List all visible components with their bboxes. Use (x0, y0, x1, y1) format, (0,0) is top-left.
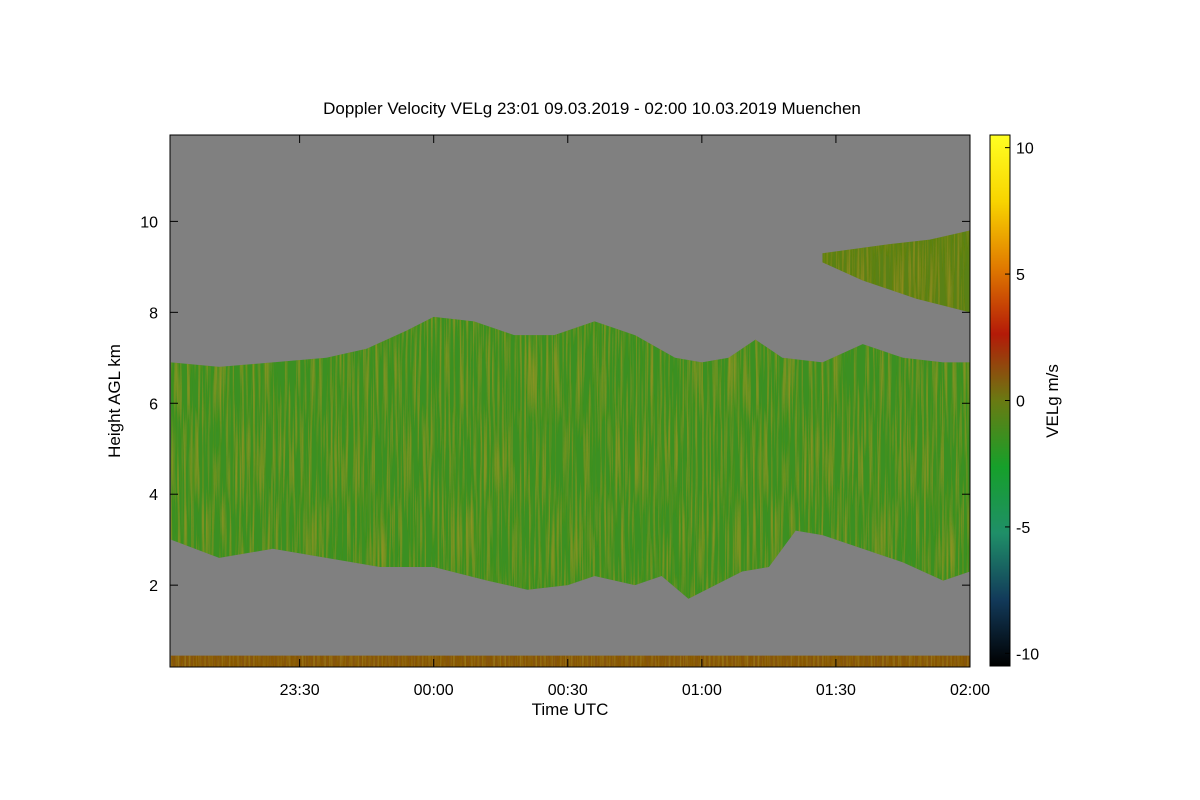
x-tick-label: 02:00 (950, 682, 990, 699)
y-tick-label: 6 (149, 396, 158, 413)
colorbar-tick-label: -5 (1016, 520, 1030, 537)
x-tick-label: 00:00 (414, 682, 454, 699)
y-tick-label: 2 (149, 578, 158, 595)
colorbar-tick-label: 5 (1016, 267, 1025, 284)
y-axis-label: Height AGL km (105, 344, 124, 458)
y-tick-label: 10 (140, 214, 158, 231)
y-tick-label: 8 (149, 305, 158, 322)
x-tick-label: 00:30 (548, 682, 588, 699)
colorbar-tick-label: -10 (1016, 646, 1039, 663)
x-tick-label: 23:30 (280, 682, 320, 699)
y-tick-label: 4 (149, 487, 158, 504)
x-axis-label: Time UTC (532, 700, 609, 719)
colorbar-label: VELg m/s (1043, 364, 1062, 438)
cloud-layer-3 (170, 655, 970, 667)
doppler-velocity-figure: Doppler Velocity VELg 23:01 09.03.2019 -… (105, 99, 1062, 719)
x-tick-label: 01:00 (682, 682, 722, 699)
colorbar-tick-label: 10 (1016, 141, 1034, 158)
chart-title: Doppler Velocity VELg 23:01 09.03.2019 -… (323, 99, 861, 118)
colorbar-tick-label: 0 (1016, 394, 1025, 411)
x-tick-label: 01:30 (816, 682, 856, 699)
